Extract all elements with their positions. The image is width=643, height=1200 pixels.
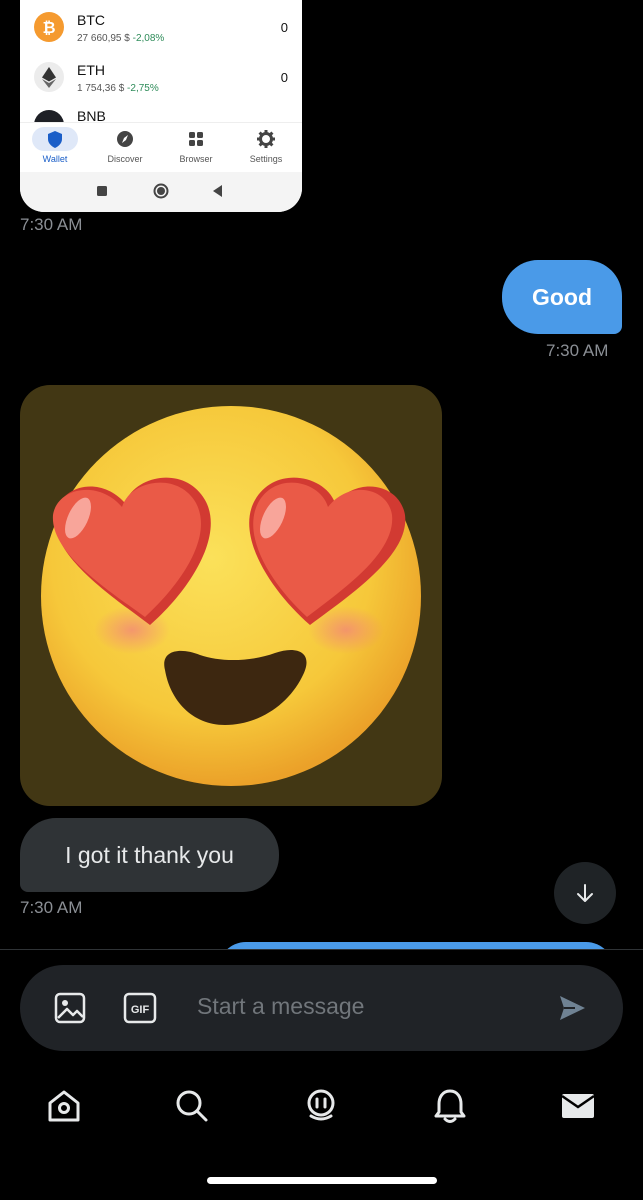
asset-symbol: ETH bbox=[77, 62, 105, 78]
heart-eyes-emoji-image[interactable] bbox=[20, 385, 442, 806]
message-timestamp: 7:30 AM bbox=[546, 341, 609, 360]
message-text: Good bbox=[531, 283, 593, 310]
bitcoin-icon: ₿ bbox=[34, 12, 64, 42]
nav-label: Settings bbox=[249, 154, 283, 164]
ethereum-icon bbox=[34, 62, 64, 92]
outgoing-message-bubble[interactable]: Good bbox=[502, 260, 622, 334]
incoming-message-bubble[interactable]: I got it thank you bbox=[20, 818, 279, 892]
message-input[interactable]: Start a message bbox=[197, 993, 364, 1020]
gif-icon[interactable]: GIF bbox=[120, 988, 160, 1028]
asset-price: 27 660,95 $ bbox=[77, 33, 130, 44]
asset-price-line: 1 754,36 $ -2,75% bbox=[77, 83, 159, 94]
send-icon[interactable] bbox=[552, 988, 592, 1028]
nav-discover: Discover bbox=[90, 123, 160, 173]
arrow-down-icon bbox=[577, 884, 593, 902]
svg-text:GIF: GIF bbox=[131, 1004, 150, 1016]
spaces-icon[interactable] bbox=[295, 1080, 347, 1132]
home-icon[interactable] bbox=[38, 1080, 90, 1132]
nav-browser: Browser bbox=[161, 123, 231, 173]
bottom-tab-bar bbox=[0, 1080, 643, 1132]
asset-symbol: BTC bbox=[77, 12, 105, 28]
asset-change: -2,75% bbox=[127, 83, 159, 94]
asset-price: 1 754,36 $ bbox=[77, 83, 125, 94]
image-icon[interactable] bbox=[50, 988, 90, 1028]
asset-balance: 0 bbox=[280, 20, 288, 35]
nav-settings: Settings bbox=[231, 123, 301, 173]
notifications-icon[interactable] bbox=[424, 1080, 476, 1132]
message-timestamp: 7:30 AM bbox=[20, 215, 83, 234]
compass-icon bbox=[102, 127, 148, 151]
asset-row-btc: ₿ BTC 27 660,95 $ -2,08% 0 bbox=[20, 2, 302, 52]
asset-row-eth: ETH 1 754,36 $ -2,75% 0 bbox=[20, 52, 302, 102]
scroll-to-bottom-button[interactable] bbox=[554, 862, 616, 924]
home-indicator[interactable] bbox=[207, 1177, 437, 1184]
face bbox=[41, 406, 421, 786]
asset-symbol: BNB bbox=[77, 108, 106, 122]
message-composer: GIF Start a message bbox=[20, 965, 623, 1051]
nav-label: Browser bbox=[179, 154, 213, 164]
shield-icon bbox=[32, 127, 78, 151]
svg-text:₿: ₿ bbox=[42, 18, 55, 37]
message-timestamp: 7:30 AM bbox=[20, 898, 83, 917]
grid-icon bbox=[173, 127, 219, 151]
back-icon bbox=[213, 185, 222, 197]
shared-screenshot[interactable]: ₿ BTC 27 660,95 $ -2,08% 0 ETH 1 754,36 … bbox=[20, 0, 302, 212]
gear-icon bbox=[243, 127, 289, 151]
asset-change: -2,08% bbox=[132, 33, 165, 44]
wallet-bottom-nav: Wallet Discover Browser Settings bbox=[20, 122, 302, 172]
message-text: I got it thank you bbox=[65, 841, 234, 868]
search-icon[interactable] bbox=[166, 1080, 218, 1132]
bottom-area: GIF Start a message bbox=[0, 949, 643, 1200]
asset-row-bnb: BNB bbox=[20, 104, 302, 122]
nav-wallet: Wallet bbox=[20, 123, 90, 173]
asset-balance: 0 bbox=[280, 70, 288, 85]
asset-price-line: 27 660,95 $ -2,08% bbox=[77, 33, 164, 44]
nav-label: Discover bbox=[107, 154, 143, 164]
messages-icon[interactable] bbox=[552, 1080, 604, 1132]
nav-label: Wallet bbox=[42, 154, 68, 164]
bnb-icon bbox=[34, 110, 64, 122]
recents-icon bbox=[97, 186, 107, 196]
android-system-nav bbox=[20, 172, 302, 212]
